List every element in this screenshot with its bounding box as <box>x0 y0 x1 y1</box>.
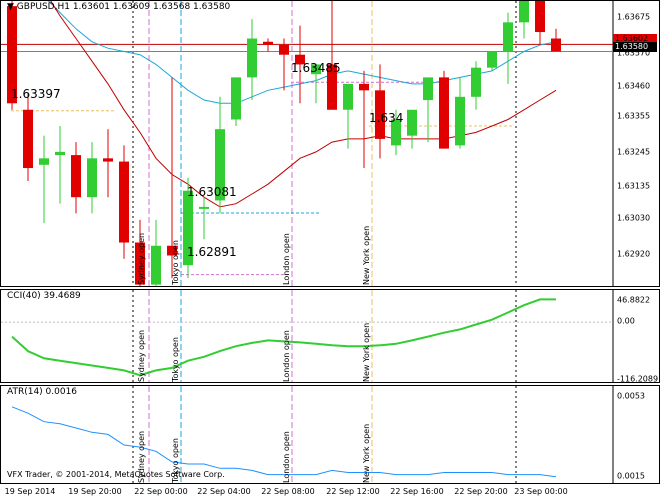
session-label-newyork: New York open <box>362 322 371 382</box>
price-label: 1.63675 <box>617 12 651 22</box>
session-label-sydney: Sydney open <box>137 430 146 483</box>
time-label: 23 Sep 00:00 <box>514 487 568 496</box>
session-label-tokyo: Tokyo open <box>171 438 180 483</box>
time-label: 22 Sep 20:00 <box>454 487 508 496</box>
level-label: 1.63081 <box>187 185 237 199</box>
atr-label: 0.0053 <box>617 391 645 401</box>
time-label: 22 Sep 12:00 <box>326 487 380 496</box>
cci-axis: 46.8822 0.00 -116.2089 <box>613 290 659 383</box>
candle-body <box>103 158 113 162</box>
candle-body <box>39 158 49 165</box>
session-label-sydney: Sydney open <box>137 329 146 382</box>
level-label: 1.62891 <box>187 245 237 259</box>
session-label-london: London open <box>282 330 291 382</box>
candle-body <box>23 109 33 169</box>
cci-pane[interactable]: CCI(40) 39.4689 46.8822 0.00 -116.2089 S… <box>0 289 660 383</box>
candle-body <box>55 151 65 156</box>
price-label: 1.63355 <box>617 111 651 121</box>
candle-body <box>87 158 97 198</box>
cci-label: 46.8822 <box>617 295 651 305</box>
candle-body <box>71 155 81 198</box>
time-label: 22 Sep 08:00 <box>261 487 315 496</box>
level-label: 1.63397 <box>11 87 61 101</box>
candle-body <box>407 109 417 136</box>
time-label: 22 Sep 16:00 <box>390 487 444 496</box>
price-label: 1.63245 <box>617 147 651 157</box>
cci-chart[interactable] <box>1 290 659 382</box>
time-label: 19 Sep 20:00 <box>68 487 122 496</box>
copyright-text: VFX Trader, © 2001-2014, MetaQuotes Soft… <box>7 470 225 479</box>
time-label: 22 Sep 04:00 <box>197 487 251 496</box>
time-label: 22 Sep 00:00 <box>134 487 188 496</box>
session-label-london: London open <box>282 233 291 285</box>
price-label: 1.63030 <box>617 213 651 223</box>
atr-header: ATR(14) 0.0016 <box>7 387 78 397</box>
time-label: 19 Sep 2014 <box>4 487 56 496</box>
candle-body <box>151 245 161 285</box>
price-chart[interactable] <box>1 1 659 286</box>
session-label-newyork: New York open <box>362 225 371 285</box>
candle-body <box>423 77 433 101</box>
candle-body <box>343 83 353 110</box>
candle-body <box>519 1 529 23</box>
price-label: 1.62920 <box>617 249 651 259</box>
candle-body <box>279 45 289 55</box>
cci-label: -116.2089 <box>617 374 659 383</box>
session-label-tokyo: Tokyo open <box>171 240 180 285</box>
candle-body <box>247 38 257 78</box>
candle-body <box>551 38 561 52</box>
atr-pane[interactable]: ATR(14) 0.0016 0.0053 0.0015 VFX Trader,… <box>0 385 660 484</box>
session-label-london: London open <box>282 431 291 483</box>
price-label: 1.63135 <box>617 181 651 191</box>
price-pane[interactable]: ▼ GBPUSD,H1 1.63601 1.63609 1.63568 1.63… <box>0 0 660 287</box>
candle-body <box>199 206 209 209</box>
cci-label: 0.00 <box>617 316 635 326</box>
chart-header: ▼ GBPUSD,H1 1.63601 1.63609 1.63568 1.63… <box>7 2 230 12</box>
candle-body <box>455 96 465 146</box>
bid-price-tag: 1.63580 <box>613 42 657 52</box>
level-label: 1.634 <box>369 111 404 125</box>
atr-chart[interactable] <box>1 386 659 483</box>
candle-body <box>503 22 513 52</box>
candle-body <box>359 83 369 91</box>
cci-header: CCI(40) 39.4689 <box>7 291 81 301</box>
candle-body <box>471 67 481 97</box>
candle-body <box>535 1 545 33</box>
price-label: 1.63460 <box>617 81 651 91</box>
session-label-sydney: Sydney open <box>137 232 146 285</box>
candle-body <box>263 41 273 45</box>
session-label-newyork: New York open <box>362 423 371 483</box>
collapse-triangle-icon[interactable]: ▼ <box>7 2 14 12</box>
level-label: 1.63485 <box>291 61 341 75</box>
candle-body <box>231 77 241 120</box>
session-label-tokyo: Tokyo open <box>171 337 180 382</box>
atr-label: 0.0015 <box>617 471 645 481</box>
candle-body <box>487 51 497 68</box>
candle-body <box>439 77 449 149</box>
atr-axis: 0.0053 0.0015 <box>613 386 659 483</box>
symbol-ohlc-text: GBPUSD,H1 1.63601 1.63609 1.63568 1.6358… <box>16 2 231 12</box>
candle-body <box>119 161 129 243</box>
